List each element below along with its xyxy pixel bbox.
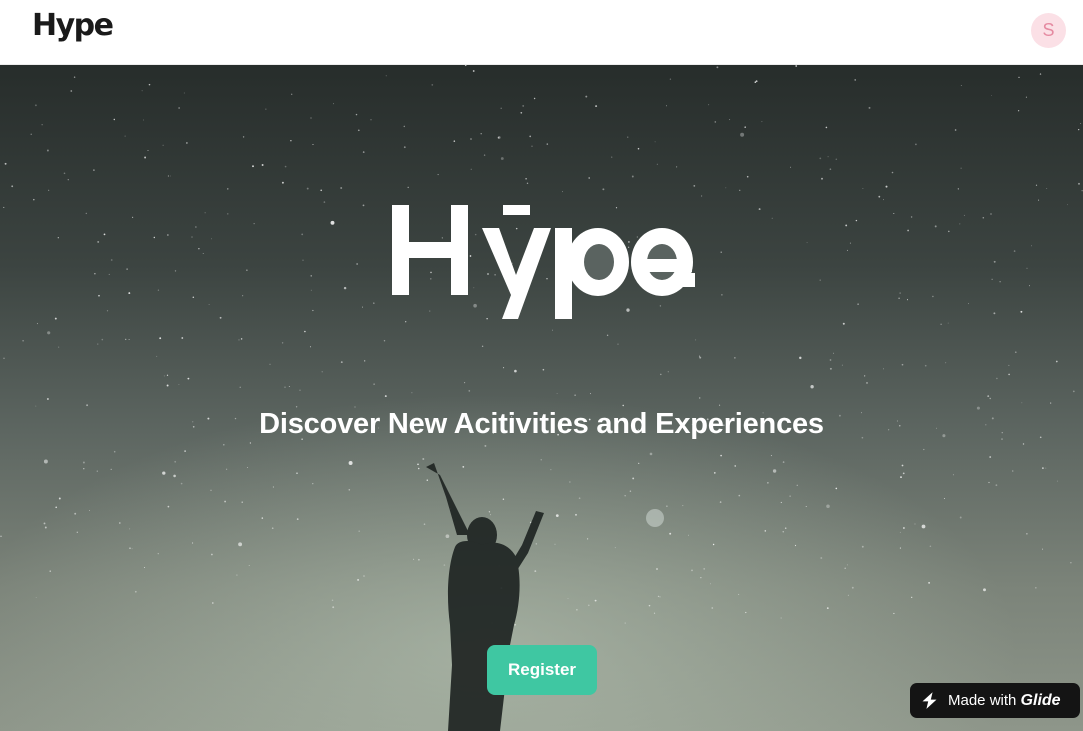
glide-bolt-icon: [922, 692, 937, 709]
hype-hero-logo: [392, 205, 695, 319]
glide-badge-label: Made with Glide: [948, 692, 1061, 710]
user-avatar-icon[interactable]: S: [1031, 13, 1066, 48]
register-button[interactable]: Register: [487, 645, 597, 695]
avatar-initial: S: [1042, 20, 1055, 40]
glide-badge-prefix: Made with: [948, 691, 1017, 709]
hero-tagline: Discover New Acitivities and Experiences: [259, 408, 824, 440]
app-logo[interactable]: Hype: [32, 8, 114, 43]
top-bar: Hype S: [0, 0, 1083, 65]
made-with-glide-badge[interactable]: Made with Glide: [910, 683, 1080, 718]
person-silhouette: [426, 463, 544, 731]
glide-brand-name: Glide: [1020, 691, 1061, 709]
hero-section: Discover New Acitivities and Experiences…: [0, 65, 1083, 731]
